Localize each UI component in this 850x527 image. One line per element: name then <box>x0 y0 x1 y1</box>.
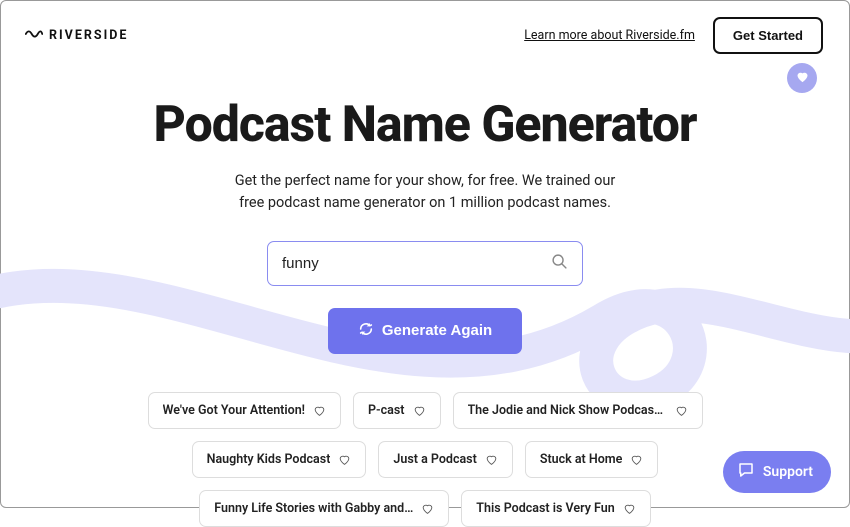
heart-icon[interactable] <box>630 453 643 466</box>
result-item[interactable]: We've Got Your Attention! <box>148 392 342 429</box>
heart-icon[interactable] <box>485 453 498 466</box>
search-input[interactable] <box>282 255 551 272</box>
support-button[interactable]: Support <box>723 451 831 493</box>
heart-icon <box>795 69 810 88</box>
result-item[interactable]: P-cast <box>353 392 440 429</box>
favorites-button[interactable] <box>787 63 817 93</box>
page-title: Podcast Name Generator <box>41 96 809 154</box>
result-item[interactable]: Funny Life Stories with Gabby and Ai... <box>199 490 449 527</box>
result-text: This Podcast is Very Fun <box>476 501 614 516</box>
heart-icon[interactable] <box>413 404 426 417</box>
result-text: P-cast <box>368 403 404 418</box>
header: RIVERSIDE Learn more about Riverside.fm … <box>1 1 849 62</box>
result-text: Funny Life Stories with Gabby and Ai... <box>214 501 413 516</box>
result-item[interactable]: Stuck at Home <box>525 441 659 478</box>
logo[interactable]: RIVERSIDE <box>25 26 128 45</box>
learn-more-link[interactable]: Learn more about Riverside.fm <box>524 28 695 43</box>
result-text: We've Got Your Attention! <box>163 403 306 418</box>
heart-icon[interactable] <box>421 502 434 515</box>
search-input-wrapper[interactable] <box>267 241 583 286</box>
support-label: Support <box>763 464 813 480</box>
result-item[interactable]: Just a Podcast <box>378 441 512 478</box>
result-text: The Jodie and Nick Show Podcast is ... <box>468 403 667 418</box>
result-text: Naughty Kids Podcast <box>207 452 331 467</box>
search-icon <box>551 253 568 274</box>
generate-again-button[interactable]: Generate Again <box>328 308 522 354</box>
heart-icon[interactable] <box>313 404 326 417</box>
chat-icon <box>737 461 755 483</box>
result-text: Stuck at Home <box>540 452 623 467</box>
heart-icon[interactable] <box>338 453 351 466</box>
result-text: Just a Podcast <box>393 452 476 467</box>
brand-name: RIVERSIDE <box>49 28 128 43</box>
generate-label: Generate Again <box>382 322 492 339</box>
wave-icon <box>25 26 43 45</box>
heart-icon[interactable] <box>675 404 688 417</box>
result-item[interactable]: Naughty Kids Podcast <box>192 441 367 478</box>
heart-icon[interactable] <box>623 502 636 515</box>
refresh-icon <box>358 321 374 341</box>
result-item[interactable]: The Jodie and Nick Show Podcast is ... <box>453 392 703 429</box>
results-list: We've Got Your Attention! P-cast The Jodie… <box>41 392 809 527</box>
result-item[interactable]: This Podcast is Very Fun <box>461 490 650 527</box>
main: Podcast Name Generator Get the perfect n… <box>1 62 849 527</box>
get-started-button[interactable]: Get Started <box>713 17 823 54</box>
subtitle: Get the perfect name for your show, for … <box>41 170 809 215</box>
